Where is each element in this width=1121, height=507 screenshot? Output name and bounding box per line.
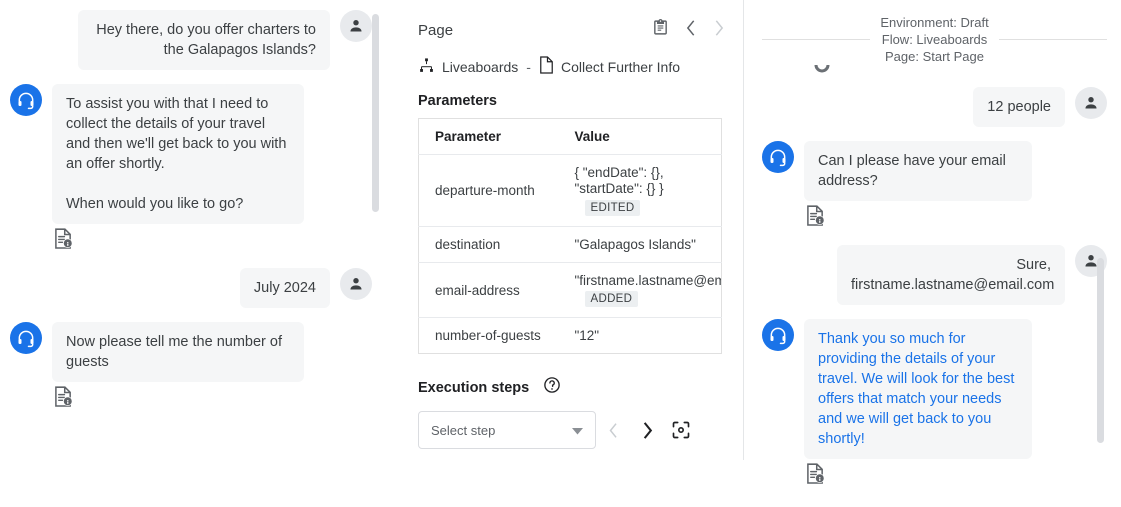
parameter-value-cell: { "endDate": {}, "startDate": {} } EDITED <box>559 155 722 227</box>
execution-steps-heading: Execution steps <box>418 380 529 396</box>
user-avatar <box>340 268 372 300</box>
parameter-value: "Galapagos Islands" <box>575 237 718 252</box>
table-row[interactable]: number-of-guests "12" <box>419 318 722 354</box>
environment-header: Environment: Draft Flow: Liveaboards Pag… <box>762 14 1107 65</box>
environment-header-text: Environment: Draft Flow: Liveaboards Pag… <box>880 14 988 65</box>
left-panel-scrollbar[interactable] <box>372 14 379 212</box>
user-avatar <box>1075 87 1107 119</box>
center-focus-icon[interactable] <box>664 420 698 440</box>
message-bubble: To assist you with that I need to collec… <box>52 84 304 224</box>
execution-steps-controls: Select step <box>418 411 725 449</box>
parameter-value: { "endDate": {}, "startDate": {} } <box>575 165 718 197</box>
message-bubble: Sure, firstname.lastname@email.com <box>837 245 1065 305</box>
page-inspector-panel: Page <box>400 0 743 507</box>
right-message-list: 12 people Can I please have your email a… <box>762 87 1107 489</box>
header-rule-left <box>762 39 870 40</box>
right-conversation-panel: Environment: Draft Flow: Liveaboards Pag… <box>744 0 1121 507</box>
chevron-right-icon[interactable] <box>713 19 725 42</box>
execution-prev-button[interactable] <box>596 422 630 439</box>
table-column-header: Parameter <box>419 119 559 155</box>
clipboard-icon[interactable] <box>652 18 669 42</box>
execution-next-button[interactable] <box>630 421 664 440</box>
page-inspector-header: Page <box>418 18 725 42</box>
clipped-bot-avatar <box>806 62 838 80</box>
message-bubble: Thank you so much for providing the deta… <box>804 319 1032 459</box>
message-bubble: Hey there, do you offer charters to the … <box>78 10 330 70</box>
breadcrumb: Liveaboards - Collect Further Info <box>418 56 725 77</box>
document-info-icon[interactable] <box>806 205 825 231</box>
header-rule-right <box>999 39 1107 40</box>
chat-message: Now please tell me the number of guests <box>10 322 372 412</box>
parameter-value: "firstname.lastname@ema <box>575 273 718 288</box>
parameters-table: ParameterValue departure-month{ "endDate… <box>418 118 722 354</box>
parameter-name: departure-month <box>419 155 559 227</box>
table-row[interactable]: departure-month{ "endDate": {}, "startDa… <box>419 155 722 227</box>
chat-message: July 2024 <box>10 268 372 308</box>
left-message-list: Hey there, do you offer charters to the … <box>10 10 372 412</box>
select-step-value: Select step <box>431 423 495 438</box>
parameter-value-cell: "Galapagos Islands" <box>559 227 722 263</box>
parameter-name: email-address <box>419 263 559 318</box>
agent-avatar <box>10 84 42 116</box>
chat-message: To assist you with that I need to collec… <box>10 84 372 254</box>
chevron-left-icon[interactable] <box>685 19 697 42</box>
parameter-value-cell: "firstname.lastname@ema ADDED <box>559 263 722 318</box>
agent-avatar <box>10 322 42 354</box>
table-row[interactable]: destination "Galapagos Islands" <box>419 227 722 263</box>
parameter-value-cell: "12" <box>559 318 722 354</box>
message-bubble: Can I please have your email address? <box>804 141 1032 201</box>
breadcrumb-flow-label[interactable]: Liveaboards <box>442 59 518 75</box>
user-avatar <box>340 10 372 42</box>
breadcrumb-page-label[interactable]: Collect Further Info <box>561 59 680 75</box>
agent-avatar <box>762 319 794 351</box>
table-column-header: Value <box>559 119 722 155</box>
chat-message: 12 people <box>762 87 1107 127</box>
chat-message: Hey there, do you offer charters to the … <box>10 10 372 70</box>
right-panel-scrollbar[interactable] <box>1097 258 1104 443</box>
document-info-icon[interactable] <box>806 463 825 489</box>
message-bubble: Now please tell me the number of guests <box>52 322 304 382</box>
help-circle-icon[interactable] <box>543 376 561 399</box>
parameters-heading: Parameters <box>418 93 725 109</box>
table-row[interactable]: email-address "firstname.lastname@ema ADDE… <box>419 263 722 318</box>
chat-message: Thank you so much for providing the deta… <box>762 319 1107 489</box>
message-bubble: 12 people <box>973 87 1065 127</box>
agent-avatar <box>762 141 794 173</box>
parameter-value: "12" <box>575 328 718 343</box>
table-header-row: ParameterValue <box>419 119 722 155</box>
status-badge: ADDED <box>585 291 639 307</box>
chat-message: Sure, firstname.lastname@email.com <box>762 245 1107 305</box>
document-info-icon[interactable] <box>54 228 73 254</box>
page-title: Page <box>418 22 453 39</box>
document-info-icon[interactable] <box>54 386 73 412</box>
left-conversation-panel: Hey there, do you offer charters to the … <box>0 0 392 507</box>
execution-steps-header: Execution steps <box>418 376 725 399</box>
page-icon <box>539 56 554 77</box>
parameter-name: destination <box>419 227 559 263</box>
account-tree-icon <box>418 57 435 77</box>
chevron-down-icon <box>572 423 583 438</box>
breadcrumb-separator: - <box>525 59 532 75</box>
page-header-actions <box>652 18 725 42</box>
message-bubble: July 2024 <box>240 268 330 308</box>
app-root: Hey there, do you offer charters to the … <box>0 0 1121 507</box>
parameter-name: number-of-guests <box>419 318 559 354</box>
select-step-dropdown[interactable]: Select step <box>418 411 596 449</box>
status-badge: EDITED <box>585 200 641 216</box>
chat-message: Can I please have your email address? <box>762 141 1107 231</box>
